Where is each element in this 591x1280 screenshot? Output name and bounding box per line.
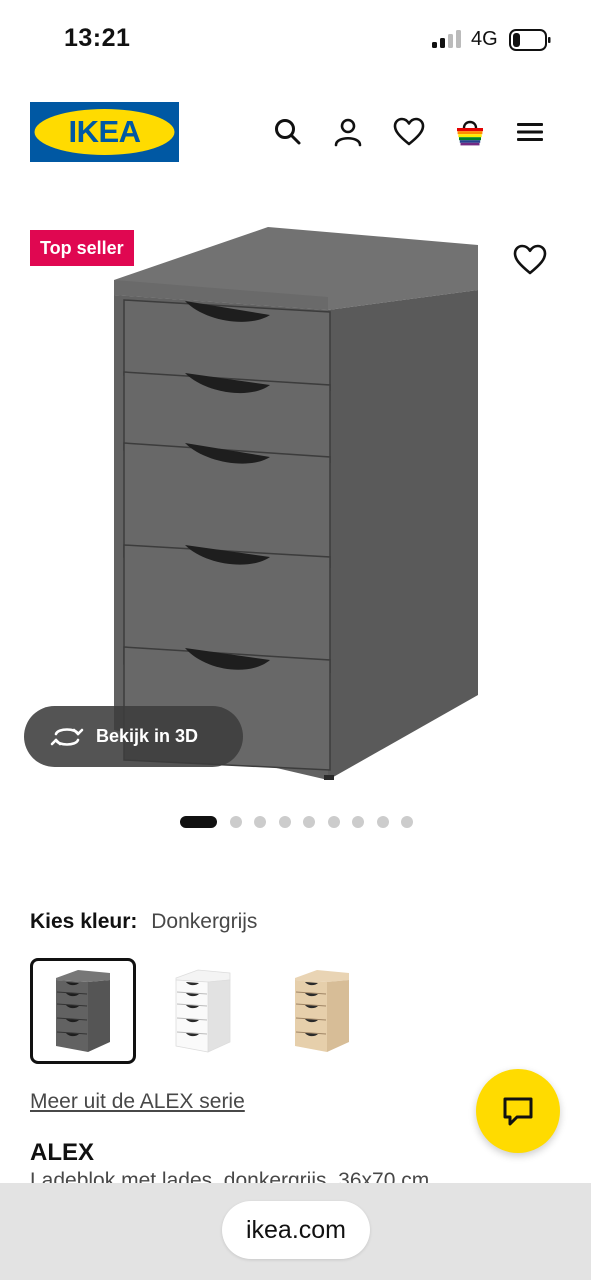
network-type: 4G (471, 28, 498, 50)
product-image (114, 227, 478, 780)
carousel-dot[interactable] (327, 816, 340, 828)
color-selected-value: Donkergrijs (151, 910, 258, 933)
oak-effect-drawer-thumbnail (295, 970, 349, 1052)
dark-grey-drawer-thumbnail (56, 970, 110, 1052)
carousel-dot[interactable] (303, 816, 315, 828)
color-option-white[interactable] (150, 958, 256, 1064)
favorite-heart-icon[interactable] (512, 242, 548, 278)
carousel-dot[interactable] (278, 816, 291, 828)
product-name: ALEX (30, 1139, 95, 1166)
basket-icon[interactable] (454, 116, 486, 148)
heart-icon[interactable] (393, 116, 425, 148)
status-bar: 13:21 4G (0, 0, 591, 80)
chat-icon (503, 1097, 533, 1126)
site-header: IKEA (0, 80, 591, 190)
view-3d-button[interactable]: Bekijk in 3D (24, 706, 243, 767)
status-time: 13:21 (64, 24, 131, 52)
url-field[interactable]: ikea.com (222, 1201, 370, 1259)
chat-button[interactable] (476, 1069, 560, 1153)
carousel-dot[interactable] (376, 816, 389, 828)
color-option-dark-grey[interactable] (30, 958, 136, 1064)
signal-icon (432, 30, 461, 48)
carousel-dot[interactable] (229, 816, 242, 828)
menu-icon[interactable] (514, 116, 546, 148)
ikea-logo[interactable]: IKEA (30, 102, 179, 162)
series-link[interactable]: Meer uit de ALEX serie (30, 1090, 245, 1114)
white-drawer-thumbnail (175, 969, 231, 1053)
account-icon[interactable] (332, 116, 364, 148)
carousel-dot[interactable] (254, 816, 266, 828)
carousel-dot[interactable] (401, 816, 413, 828)
color-picker-header: Kies kleur: Donkergrijs (30, 910, 257, 934)
search-icon[interactable] (272, 116, 304, 148)
color-option-oak-effect[interactable] (269, 958, 375, 1064)
product-gallery[interactable]: Top seller Bekijk in 3D (0, 190, 591, 850)
carousel-dot[interactable] (352, 816, 364, 828)
browser-address-bar: ikea.com (0, 1183, 591, 1280)
view-3d-label: Bekijk in 3D (96, 726, 199, 746)
carousel-indicator (180, 815, 426, 829)
top-seller-badge: Top seller (30, 230, 134, 266)
logo-text: IKEA (68, 114, 140, 149)
color-label: Kies kleur: (30, 910, 138, 933)
battery-icon (509, 29, 551, 51)
carousel-dot-active[interactable] (180, 816, 217, 828)
rotate-3d-icon (50, 727, 84, 746)
